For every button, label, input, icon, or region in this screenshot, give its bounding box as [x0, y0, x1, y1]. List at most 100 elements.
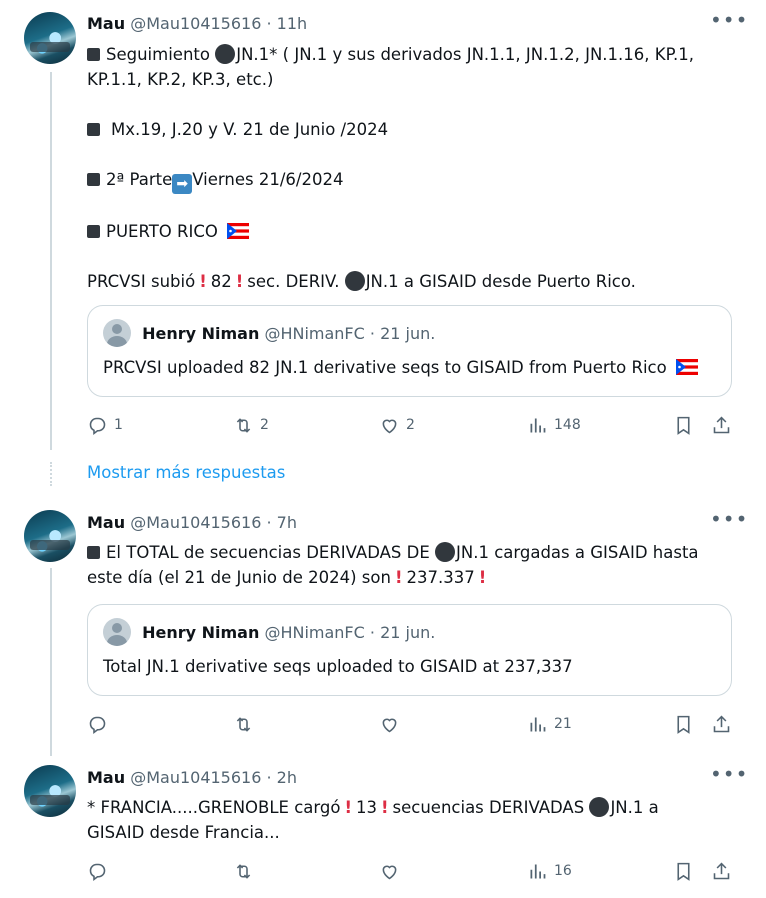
post-text-line: 237.337: [406, 568, 475, 587]
exclamation-icon: !: [344, 798, 352, 817]
exclamation-icon: !: [199, 272, 207, 291]
views-count: 148: [554, 417, 581, 433]
post-text-line: PUERTO RICO: [106, 222, 218, 241]
bookmark-icon: [677, 416, 690, 435]
post-text-line: Seguimiento: [106, 45, 216, 64]
reply-icon: [89, 716, 106, 734]
post-text-line: JN.1 a GISAID desde Puerto Rico.: [365, 272, 636, 291]
quoted-post[interactable]: Henry Niman @HNimanFC · 21 jun. Total JN…: [87, 604, 732, 696]
repost-count: 2: [260, 417, 269, 433]
post-text-line: Mx.19, J.20 y V. 21 de Junio /2024: [111, 120, 389, 139]
post-text: El TOTAL de secuencias DERIVADAS DE JN.1…: [87, 540, 727, 590]
bookmark-button[interactable]: [673, 859, 694, 883]
post-text-line: 82: [210, 272, 232, 291]
bookmark-button[interactable]: [673, 413, 694, 437]
views-button[interactable]: 16: [527, 859, 572, 883]
quoted-author-handle: @HNimanFC · 21 jun.: [264, 324, 436, 343]
like-button[interactable]: 2: [379, 413, 415, 437]
post-text-line: * FRANCIA.....GRENOBLE cargó: [87, 798, 341, 817]
more-horizontal-icon[interactable]: •••: [710, 762, 748, 786]
bookmark-icon: [677, 715, 690, 734]
square-icon: [87, 173, 100, 186]
share-button[interactable]: [711, 712, 732, 736]
repost-icon: [236, 716, 251, 732]
post-text-line: secuencias DERIVADAS: [392, 798, 590, 817]
reply-button[interactable]: [87, 859, 108, 883]
author-handle[interactable]: @Mau10415616 · 2h: [130, 768, 297, 787]
author-name[interactable]: Mau: [87, 14, 125, 33]
avatar[interactable]: [24, 12, 76, 64]
post-text-line: Viernes 21/6/2024: [192, 170, 344, 189]
views-icon: [530, 717, 546, 731]
quoted-text-content: PRCVSI uploaded 82 JN.1 derivative seqs …: [103, 358, 667, 377]
repost-button[interactable]: [233, 859, 254, 883]
right-arrow-icon: ➡: [172, 174, 193, 194]
post-text-line: JN.1 a: [610, 798, 659, 817]
repost-button[interactable]: 2: [233, 413, 269, 437]
author-handle[interactable]: @Mau10415616 · 7h: [130, 513, 297, 532]
puerto-rico-flag-icon: [227, 223, 250, 239]
heart-icon: [382, 718, 397, 732]
square-icon: [87, 546, 100, 559]
views-icon: [530, 418, 546, 432]
quoted-text-content: Total JN.1 derivative seqs uploaded to G…: [103, 657, 573, 676]
author-handle[interactable]: @Mau10415616 · 11h: [130, 14, 307, 33]
share-button[interactable]: [711, 859, 732, 883]
share-icon: [713, 715, 730, 732]
author-name[interactable]: Mau: [87, 768, 125, 787]
action-bar: 1 2 2 148: [87, 413, 737, 437]
like-count: 2: [406, 417, 415, 433]
reply-button[interactable]: 1: [87, 413, 123, 437]
repost-icon: [236, 417, 251, 433]
exclamation-icon: !: [235, 272, 244, 291]
views-count: 21: [554, 716, 572, 732]
reply-icon: [89, 417, 106, 435]
post-text-line: El TOTAL de secuencias DERIVADAS DE: [106, 543, 435, 562]
black-circle-icon: [589, 797, 610, 817]
puerto-rico-flag-icon: [675, 359, 698, 375]
square-icon: [87, 225, 100, 238]
views-icon: [530, 864, 546, 878]
avatar[interactable]: [24, 510, 76, 562]
thread-line: [50, 72, 52, 450]
quoted-author-handle: @HNimanFC · 21 jun.: [264, 623, 436, 642]
reply-button[interactable]: [87, 712, 108, 736]
post-text: Seguimiento JN.1* ( JN.1 y sus derivados…: [87, 42, 727, 294]
post-text-line: 2ª Parte: [106, 170, 173, 189]
square-icon: [87, 48, 100, 61]
exclamation-icon: !: [394, 568, 403, 587]
post-text-line: JN.1* ( JN.1 y sus derivados JN.1.1, JN.…: [236, 45, 694, 64]
reply-count: 1: [114, 417, 123, 433]
share-button[interactable]: [711, 413, 732, 437]
post-text-line: GISAID desde Francia...: [87, 823, 280, 842]
like-button[interactable]: [379, 712, 400, 736]
bookmark-button[interactable]: [673, 712, 694, 736]
bookmark-icon: [677, 862, 690, 881]
heart-icon: [382, 419, 397, 433]
black-circle-icon: [435, 542, 455, 562]
quoted-text: PRCVSI uploaded 82 JN.1 derivative seqs …: [103, 358, 698, 377]
views-count: 16: [554, 863, 572, 879]
post-text-line: KP.1.1, KP.2, KP.3, etc.): [87, 70, 274, 89]
views-button[interactable]: 148: [527, 413, 581, 437]
square-icon: [87, 123, 100, 136]
quoted-post[interactable]: Henry Niman @HNimanFC · 21 jun. PRCVSI u…: [87, 305, 732, 397]
black-circle-icon: [344, 271, 365, 291]
author-name[interactable]: Mau: [87, 513, 125, 532]
more-horizontal-icon[interactable]: •••: [710, 8, 748, 32]
like-button[interactable]: [379, 859, 400, 883]
views-button[interactable]: 21: [527, 712, 572, 736]
repost-icon: [236, 863, 251, 879]
post-text-line: sec. DERIV.: [247, 272, 345, 291]
exclamation-icon: !: [478, 568, 487, 587]
thread-line: [50, 568, 52, 756]
avatar[interactable]: [24, 765, 76, 817]
post-text-line: este día (el 21 de Junio de 2024) son: [87, 568, 391, 587]
quoted-avatar: [103, 618, 131, 646]
exclamation-icon: !: [381, 798, 389, 817]
show-more-replies-link[interactable]: Mostrar más respuestas: [87, 463, 285, 482]
quoted-author-name: Henry Niman: [142, 324, 260, 343]
more-horizontal-icon[interactable]: •••: [710, 507, 748, 531]
repost-button[interactable]: [233, 712, 254, 736]
quoted-text: Total JN.1 derivative seqs uploaded to G…: [103, 657, 573, 676]
